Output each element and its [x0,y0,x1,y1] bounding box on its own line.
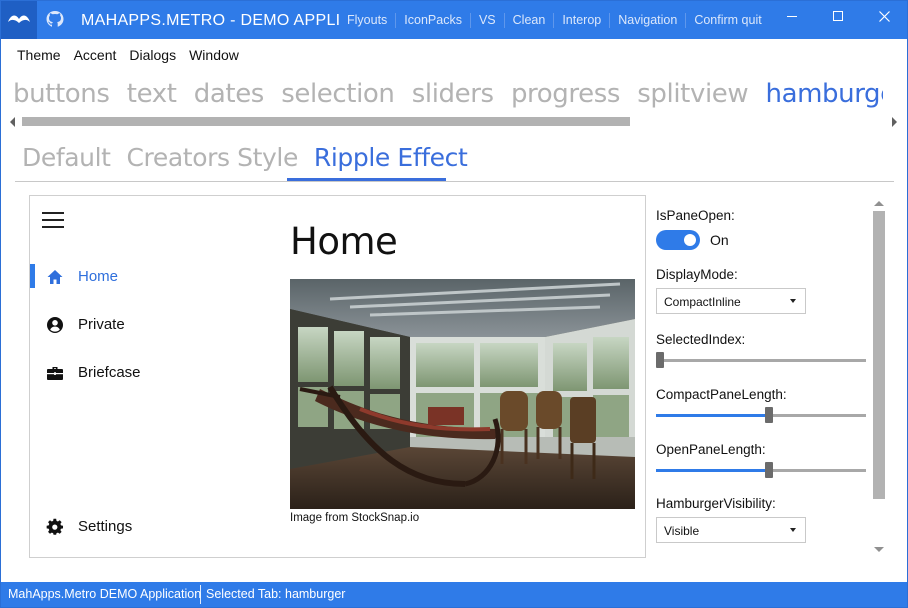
interop-command[interactable]: Interop [553,13,609,28]
scroll-down-icon[interactable] [873,546,885,554]
confirm-quit-command[interactable]: Confirm quit [685,13,769,28]
menu-window[interactable]: Window [189,47,239,63]
toggle-state-text: On [710,232,729,248]
open-pane-length-label: OpenPaneLength: [656,442,766,457]
tab-text[interactable]: text [127,79,177,109]
nav-item-label: Home [78,268,119,285]
close-icon [878,10,890,22]
is-pane-open-label: IsPaneOpen: [656,208,735,223]
compact-pane-length-slider[interactable] [656,406,868,424]
menu-bar: Theme Accent Dialogs Window [17,47,252,63]
iconpacks-command[interactable]: IconPacks [395,13,470,28]
slider-thumb[interactable] [765,462,773,478]
slider-thumb[interactable] [765,407,773,423]
navigation-command[interactable]: Navigation [609,13,685,28]
clean-command[interactable]: Clean [503,13,554,28]
gear-icon [46,518,64,535]
page-title: Home [290,220,398,263]
nav-item-home[interactable]: Home [30,262,270,292]
slider-fill [656,414,765,417]
home-icon [47,270,63,284]
nav-item-briefcase[interactable]: Briefcase [30,358,270,388]
compact-pane-length-label: CompactPaneLength: [656,387,787,402]
hamburger-visibility-label: HamburgerVisibility: [656,496,776,511]
vs-command[interactable]: VS [469,13,504,28]
tab-selection[interactable]: selection [281,79,395,109]
nav-item-label: Settings [78,518,133,535]
scroll-right-icon[interactable] [891,116,899,128]
menu-theme[interactable]: Theme [17,47,61,63]
open-pane-length-slider[interactable] [656,461,868,479]
main-tab-strip: buttons text dates selection sliders pro… [13,79,883,115]
nav-item-settings[interactable]: Settings [30,512,270,542]
image-caption: Image from StockSnap.io [290,512,420,524]
horizontal-scrollbar-thumb[interactable] [22,117,630,126]
title-bar: MAHAPPS.METRO - DEMO APPLIC... Flyouts I… [1,1,907,39]
slider-fill [656,469,765,472]
display-mode-label: DisplayMode: [656,267,738,282]
tab-default[interactable]: Default [22,143,111,172]
sub-tab-strip: Default Creators Style Ripple Effect [22,143,475,172]
scroll-left-icon[interactable] [8,116,16,128]
account-circle-icon [47,317,63,333]
selection-indicator [30,264,35,288]
slider-track [656,359,866,362]
tab-hamburger[interactable]: hamburger [766,79,884,109]
close-button[interactable] [861,1,907,31]
app-logo-icon [1,1,37,39]
tab-splitview[interactable]: splitview [637,79,748,109]
tab-buttons[interactable]: buttons [13,79,110,109]
status-separator [200,585,201,604]
menu-dialogs[interactable]: Dialogs [129,47,176,63]
hamburger-visibility-value: Visible [664,524,700,538]
nav-item-private[interactable]: Private [30,310,270,340]
is-pane-open-toggle[interactable] [656,230,700,250]
tab-sliders[interactable]: sliders [412,79,494,109]
tab-divider [15,181,894,182]
chevron-down-icon [790,299,796,303]
hamburger-button[interactable] [42,210,66,230]
nav-item-label: Briefcase [78,364,141,381]
porch-photo [290,279,635,509]
window-controls [769,1,907,31]
minimize-button[interactable] [769,1,815,31]
status-app-name: MahApps.Metro DEMO Application [8,587,202,601]
display-mode-value: CompactInline [664,295,741,309]
app-window: MAHAPPS.METRO - DEMO APPLIC... Flyouts I… [0,0,908,608]
selected-index-label: SelectedIndex: [656,332,746,347]
hamburger-menu-demo: Home Private Briefcase Settings Home Ima… [29,195,646,558]
status-selected-tab: Selected Tab: hamburger [206,587,346,601]
menu-accent[interactable]: Accent [74,47,117,63]
minimize-icon [787,16,797,17]
slider-thumb[interactable] [656,352,664,368]
toggle-knob [684,234,696,246]
briefcase-icon [47,367,63,380]
chevron-down-icon [790,528,796,532]
tab-dates[interactable]: dates [194,79,265,109]
maximize-button[interactable] [815,1,861,31]
vertical-scrollbar-thumb[interactable] [873,211,885,499]
scroll-up-icon[interactable] [873,199,885,207]
github-icon[interactable] [45,10,67,30]
window-title: MAHAPPS.METRO - DEMO APPLIC... [81,12,339,29]
maximize-icon [833,11,843,21]
display-mode-combobox[interactable]: CompactInline [656,288,806,314]
flyouts-command[interactable]: Flyouts [339,13,395,28]
tab-creators-style[interactable]: Creators Style [127,143,299,172]
nav-item-label: Private [78,316,125,333]
title-commands: Flyouts IconPacks VS Clean Interop Navig… [339,13,770,28]
selected-index-slider[interactable] [656,351,868,369]
status-bar: MahApps.Metro DEMO Application Selected … [1,582,907,607]
tab-progress[interactable]: progress [511,79,620,109]
hamburger-visibility-combobox[interactable]: Visible [656,517,806,543]
tab-ripple-effect[interactable]: Ripple Effect [314,143,468,172]
